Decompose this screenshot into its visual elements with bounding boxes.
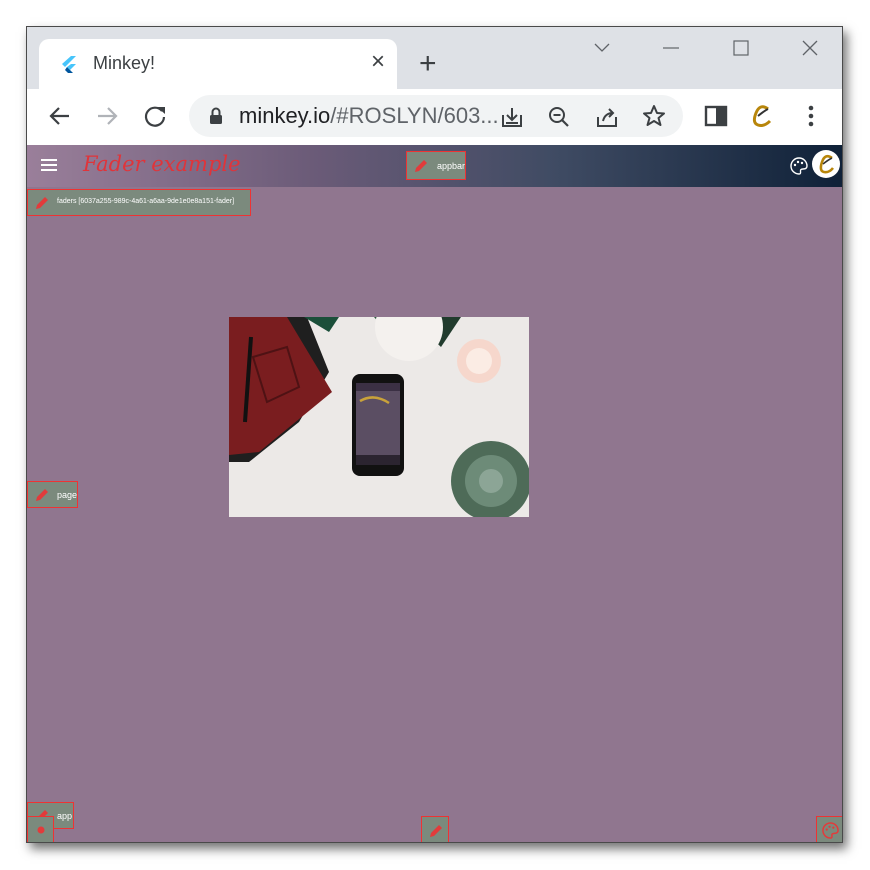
- palette-icon[interactable]: [790, 157, 808, 175]
- browser-window: Minkey! × + minkey.io/#ROSLYN/603... Fad…: [26, 26, 843, 843]
- edit-pencil-icon: [430, 825, 442, 837]
- browser-toolbar: minkey.io/#ROSLYN/603...: [27, 89, 842, 145]
- address-bar[interactable]: minkey.io/#ROSLYN/603...: [189, 95, 683, 137]
- menu-kebab-icon[interactable]: [796, 101, 826, 131]
- debug-chip-appbar[interactable]: appbar: [406, 151, 466, 180]
- browser-tab[interactable]: Minkey! ×: [39, 39, 397, 89]
- bookmark-star-icon[interactable]: [642, 104, 666, 128]
- debug-chip-overlay[interactable]: [27, 816, 54, 842]
- install-app-icon[interactable]: [500, 105, 524, 129]
- debug-chip-theme[interactable]: [816, 816, 842, 842]
- url-text[interactable]: minkey.io/#ROSLYN/603...: [239, 103, 499, 129]
- debug-chip-page[interactable]: page: [27, 481, 78, 508]
- share-icon[interactable]: [595, 105, 619, 129]
- debug-chip-center[interactable]: [421, 816, 449, 842]
- edit-pencil-icon: [36, 489, 48, 501]
- forward-icon[interactable]: [92, 101, 122, 131]
- side-panel-icon[interactable]: [701, 101, 731, 131]
- user-avatar[interactable]: [812, 150, 840, 178]
- palette-icon: [822, 822, 839, 839]
- zoom-out-icon[interactable]: [547, 105, 571, 129]
- tab-strip: Minkey! × +: [27, 27, 842, 89]
- close-window-icon[interactable]: [802, 40, 818, 56]
- debug-chip-label: page: [57, 490, 78, 500]
- app-bar: Fader example appbar: [27, 145, 842, 187]
- maximize-icon[interactable]: [733, 40, 749, 56]
- page-body: faders [6037a255-989c-4a61-a6aa-9de1e0e8…: [27, 187, 842, 842]
- debug-chip-faders[interactable]: faders [6037a255-989c-4a61-a6aa-9de1e0e8…: [27, 189, 251, 216]
- debug-chip-label: faders [6037a255-989c-4a61-a6aa-9de1e0e8…: [57, 198, 235, 205]
- record-dot-icon: [37, 826, 45, 834]
- desk-phone-photo: [229, 317, 529, 517]
- avatar-e-icon: [819, 154, 835, 174]
- tab-search-icon[interactable]: [594, 43, 610, 53]
- edit-pencil-icon: [36, 197, 48, 209]
- tab-close-button[interactable]: ×: [371, 50, 385, 74]
- hamburger-menu-icon[interactable]: [41, 159, 57, 171]
- flutter-icon: [62, 56, 76, 73]
- debug-chip-label: app: [57, 811, 73, 821]
- tab-title: Minkey!: [93, 53, 156, 73]
- back-icon[interactable]: [45, 101, 75, 131]
- minimize-icon[interactable]: [663, 47, 679, 49]
- url-host: minkey.io: [239, 103, 331, 128]
- app-title: Fader example: [83, 152, 241, 176]
- edit-pencil-icon: [415, 160, 427, 172]
- url-path: /#ROSLYN/603...: [330, 103, 499, 128]
- debug-chip-label: appbar: [437, 161, 466, 171]
- lock-icon[interactable]: [209, 107, 223, 125]
- new-tab-button[interactable]: +: [419, 49, 437, 79]
- reload-icon[interactable]: [140, 101, 170, 131]
- extension-e-icon[interactable]: [746, 101, 776, 131]
